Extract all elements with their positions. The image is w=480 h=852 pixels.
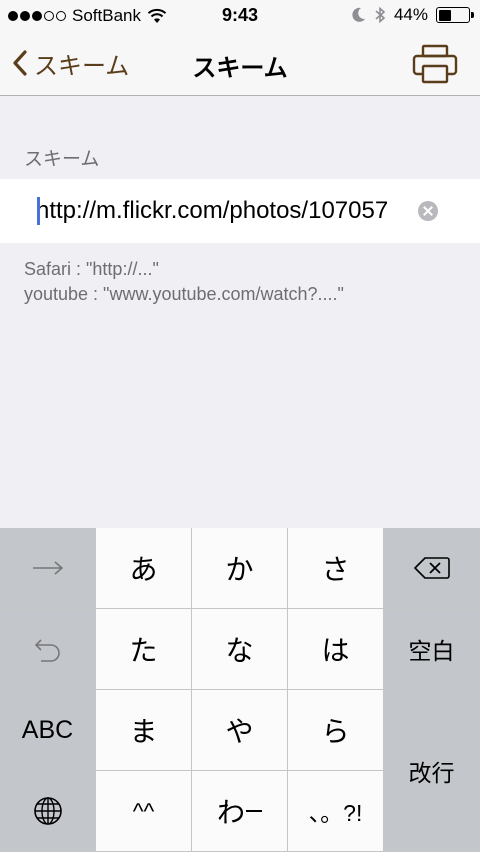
battery-fill — [438, 9, 452, 21]
key-ha[interactable]: は — [288, 609, 384, 690]
space-key[interactable]: 空白 — [384, 609, 480, 690]
clear-text-button[interactable] — [418, 201, 438, 221]
key-ya[interactable]: や — [192, 690, 288, 771]
arrow-right-icon — [32, 561, 63, 575]
battery-icon — [436, 7, 474, 23]
status-bar: SoftBank 9:43 44% — [0, 0, 480, 32]
key-wa[interactable]: わ — [192, 771, 288, 852]
back-button[interactable]: スキーム — [12, 46, 129, 80]
key-ra[interactable]: ら — [288, 690, 384, 771]
abc-key[interactable]: ABC — [0, 690, 96, 771]
backspace-icon — [413, 557, 450, 579]
undo-icon — [34, 639, 60, 662]
key-punctuation[interactable]: 、。?! — [288, 771, 384, 852]
scheme-url-input[interactable] — [36, 193, 408, 229]
key-ka[interactable]: か — [192, 528, 288, 609]
status-right: 44% — [352, 5, 474, 25]
japanese-keyboard: あ か さ た な は 空白 ABC ま や ら 改行 ^^ わ 、。?! — [0, 528, 480, 852]
undo-key[interactable] — [0, 609, 96, 690]
print-icon — [412, 44, 458, 84]
key-sa[interactable]: さ — [288, 528, 384, 609]
key-ta[interactable]: た — [96, 609, 192, 690]
key-emoticon-label: ^^ — [132, 797, 155, 824]
text-caret — [37, 197, 40, 225]
key-a[interactable]: あ — [96, 528, 192, 609]
hint-youtube: youtube : "www.youtube.com/watch?...." — [24, 284, 344, 304]
print-button[interactable] — [412, 44, 458, 84]
enter-key[interactable]: 改行 — [384, 690, 480, 852]
key-wa-label: わ — [216, 797, 245, 828]
small-kana-underline — [246, 810, 262, 812]
moon-icon — [352, 7, 365, 22]
chevron-left-icon — [13, 50, 27, 76]
backspace-key[interactable] — [384, 528, 480, 609]
globe-icon — [33, 797, 62, 825]
key-na[interactable]: な — [192, 609, 288, 690]
bluetooth-icon — [375, 6, 386, 24]
section-header: スキーム — [24, 149, 100, 170]
globe-key[interactable] — [0, 771, 96, 852]
key-emoticon[interactable]: ^^ — [96, 771, 192, 852]
hint-safari: Safari : "http://..." — [24, 259, 159, 279]
next-candidate-key[interactable] — [0, 528, 96, 609]
navigation-bar: スキーム スキーム — [0, 32, 480, 96]
url-cell — [0, 179, 480, 243]
battery-percent: 44% — [393, 5, 428, 24]
key-ma[interactable]: ま — [96, 690, 192, 771]
back-button-label: スキーム — [34, 52, 130, 80]
